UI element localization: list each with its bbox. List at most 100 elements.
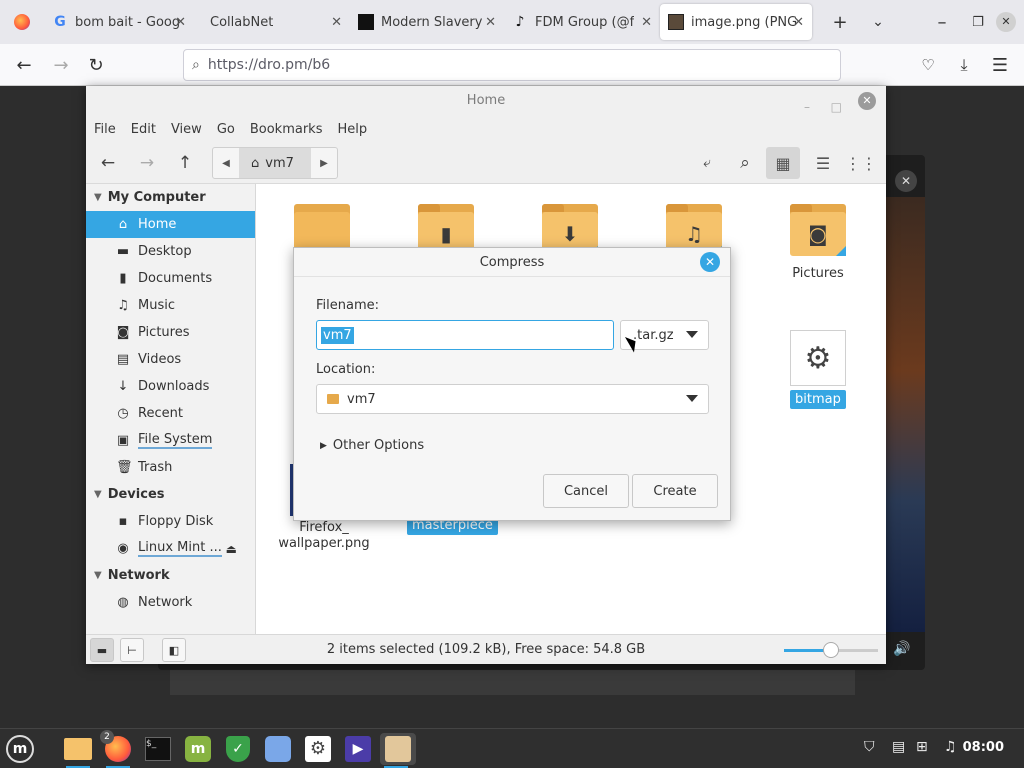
tab-close-icon[interactable]: ✕ — [485, 15, 496, 30]
window-close-button[interactable]: ✕ — [994, 10, 1018, 34]
list-view-button[interactable]: ☰ — [806, 147, 840, 179]
download-icon[interactable]: ⤓ — [952, 53, 976, 77]
list-tabs-icon[interactable]: ⌄ — [866, 10, 890, 34]
files-launcher[interactable] — [62, 733, 94, 768]
cancel-button[interactable]: Cancel — [543, 474, 629, 508]
clock[interactable]: 08:00 — [963, 740, 1004, 755]
settings-launcher[interactable]: ⚙ — [302, 733, 334, 765]
compact-view-button[interactable]: ⋮⋮ — [844, 147, 878, 179]
pocket-icon[interactable]: ♡ — [916, 53, 940, 77]
update-manager-launcher[interactable]: ✓ — [222, 733, 254, 765]
sidebar-item-recent[interactable]: ◷ Recent — [86, 400, 255, 427]
sidebar-item-network[interactable]: ◍ Network — [86, 589, 255, 616]
up-icon[interactable]: ↑ — [174, 152, 196, 174]
zoom-handle[interactable] — [823, 642, 839, 658]
sidebar-section-network[interactable]: ▼ Network — [86, 562, 255, 589]
location-value: vm7 — [347, 391, 376, 407]
sidebar-item-trash[interactable]: 🗑 Trash — [86, 454, 255, 481]
icon-view-button[interactable]: ▦ — [766, 147, 800, 179]
firefox-wallpaper-label: Firefox_ wallpaper.png — [274, 520, 374, 552]
pictures-folder[interactable]: ◙ — [790, 204, 846, 256]
compact-icon: ⋮⋮ — [845, 153, 877, 173]
image-viewer-launcher[interactable] — [380, 733, 416, 768]
folder-tab — [790, 204, 812, 212]
sidebar-section-devices[interactable]: ▼ Devices — [86, 481, 255, 508]
drive-launcher[interactable] — [262, 733, 294, 765]
minimize-icon[interactable]: – — [930, 10, 954, 34]
clipboard-tray-icon[interactable]: ▤ — [892, 739, 905, 755]
volume-icon[interactable]: 🔊 — [893, 641, 910, 657]
toggle-location-icon[interactable]: ⤶ — [696, 152, 718, 174]
mint-menu-button[interactable]: m — [4, 733, 36, 765]
forward-icon[interactable]: → — [49, 53, 73, 77]
firefox-menu[interactable] — [0, 4, 44, 40]
sidebar-item-desktop[interactable]: ▬ Desktop — [86, 238, 255, 265]
sidebar-item-downloads[interactable]: ↓ Downloads — [86, 373, 255, 400]
tab-close-icon[interactable]: ✕ — [331, 15, 342, 30]
trash-icon: 🗑 — [116, 460, 133, 475]
menu-edit[interactable]: Edit — [131, 122, 156, 137]
bitmap-file[interactable]: ⚙ — [790, 330, 846, 386]
back-icon[interactable]: ← — [12, 53, 36, 77]
location-label: Location: — [316, 362, 376, 377]
zoom-slider[interactable] — [784, 642, 878, 658]
breadcrumb-left-icon[interactable]: ◀ — [213, 148, 239, 178]
sidebar-item-home[interactable]: ⌂ Home — [86, 211, 255, 238]
menu-go[interactable]: Go — [217, 122, 235, 137]
reload-icon[interactable]: ↻ — [84, 53, 108, 77]
breadcrumb-right-icon[interactable]: ▶ — [311, 148, 337, 178]
network-tray-icon[interactable]: ⊞ — [916, 739, 928, 755]
menu-view[interactable]: View — [171, 122, 202, 137]
close-icon[interactable]: ✕ — [858, 92, 876, 110]
sidebar-item-label: Music — [138, 298, 175, 313]
filename-field[interactable]: vm7 — [316, 320, 614, 350]
background-close-icon[interactable]: ✕ — [895, 170, 917, 192]
search-icon[interactable]: ⌕ — [734, 152, 756, 174]
url-bar[interactable]: ⌕ https://dro.pm/b6 — [183, 49, 841, 81]
other-options-expander[interactable]: ▶ Other Options — [320, 438, 424, 453]
tab-collabnet[interactable]: CollabNet ✕ — [194, 4, 350, 40]
hamburger-menu-icon[interactable]: ☰ — [988, 53, 1012, 77]
sidebar-item-videos[interactable]: ▤ Videos — [86, 346, 255, 373]
pictures-label: Pictures — [792, 266, 844, 281]
menu-bookmarks[interactable]: Bookmarks — [250, 122, 323, 137]
sidebar-item-linux-mint[interactable]: ◉ Linux Mint ... ⏏ — [86, 535, 255, 562]
sidebar-item-pictures[interactable]: ◙ Pictures — [86, 319, 255, 346]
tab-close-icon[interactable]: ✕ — [641, 15, 652, 30]
menu-file[interactable]: File — [94, 122, 116, 137]
sidebar-item-file-system[interactable]: ▣ File System — [86, 427, 255, 454]
close-icon[interactable]: ✕ — [700, 252, 720, 272]
back-icon[interactable]: ← — [97, 152, 119, 174]
tab-close-icon[interactable]: ✕ — [175, 15, 186, 30]
eject-icon[interactable]: ⏏ — [226, 542, 237, 556]
breadcrumb-home[interactable]: ⌂ vm7 — [239, 148, 311, 178]
forward-icon[interactable]: → — [136, 152, 158, 174]
menu-help[interactable]: Help — [337, 122, 367, 137]
tab-image[interactable]: image.png (PNG ✕ — [660, 4, 812, 40]
sound-tray-icon[interactable]: ♫ — [944, 739, 957, 755]
terminal-launcher[interactable]: $_ — [142, 733, 174, 765]
shield-tray-icon[interactable]: ⛉ — [864, 739, 875, 755]
new-tab-icon[interactable]: + — [828, 10, 852, 34]
tab-google[interactable]: G bom bait - Goog ✕ — [44, 4, 194, 40]
sidebar-item-floppy[interactable]: ▪ Floppy Disk — [86, 508, 255, 535]
tab-close-icon[interactable]: ✕ — [793, 15, 804, 30]
tab-fdm[interactable]: ♪ FDM Group (@f ✕ — [504, 4, 660, 40]
download-icon: ↓ — [117, 379, 129, 394]
media-player-launcher[interactable]: ▶ — [342, 733, 374, 765]
mintinstall-launcher[interactable]: m — [182, 733, 214, 765]
tab-modern-slavery[interactable]: Modern Slavery ✕ — [350, 4, 504, 40]
dialog-title: Compress — [479, 255, 545, 270]
restore-icon[interactable]: ❐ — [966, 10, 990, 34]
location-select[interactable]: vm7 — [316, 384, 709, 414]
create-button[interactable]: Create — [632, 474, 718, 508]
minimize-icon[interactable]: – — [804, 92, 810, 122]
sidebar-item-music[interactable]: ♫ Music — [86, 292, 255, 319]
sidebar-section-my-computer[interactable]: ▼ My Computer — [86, 184, 255, 211]
status-text: 2 items selected (109.2 kB), Free space:… — [326, 642, 646, 657]
sidebar-item-documents[interactable]: ▮ Documents — [86, 265, 255, 292]
sidebar-item-label: Recent — [138, 406, 183, 421]
gear-icon: ⚙ — [305, 736, 331, 762]
window-title: Home — [466, 93, 506, 108]
maximize-icon[interactable]: □ — [831, 92, 842, 122]
